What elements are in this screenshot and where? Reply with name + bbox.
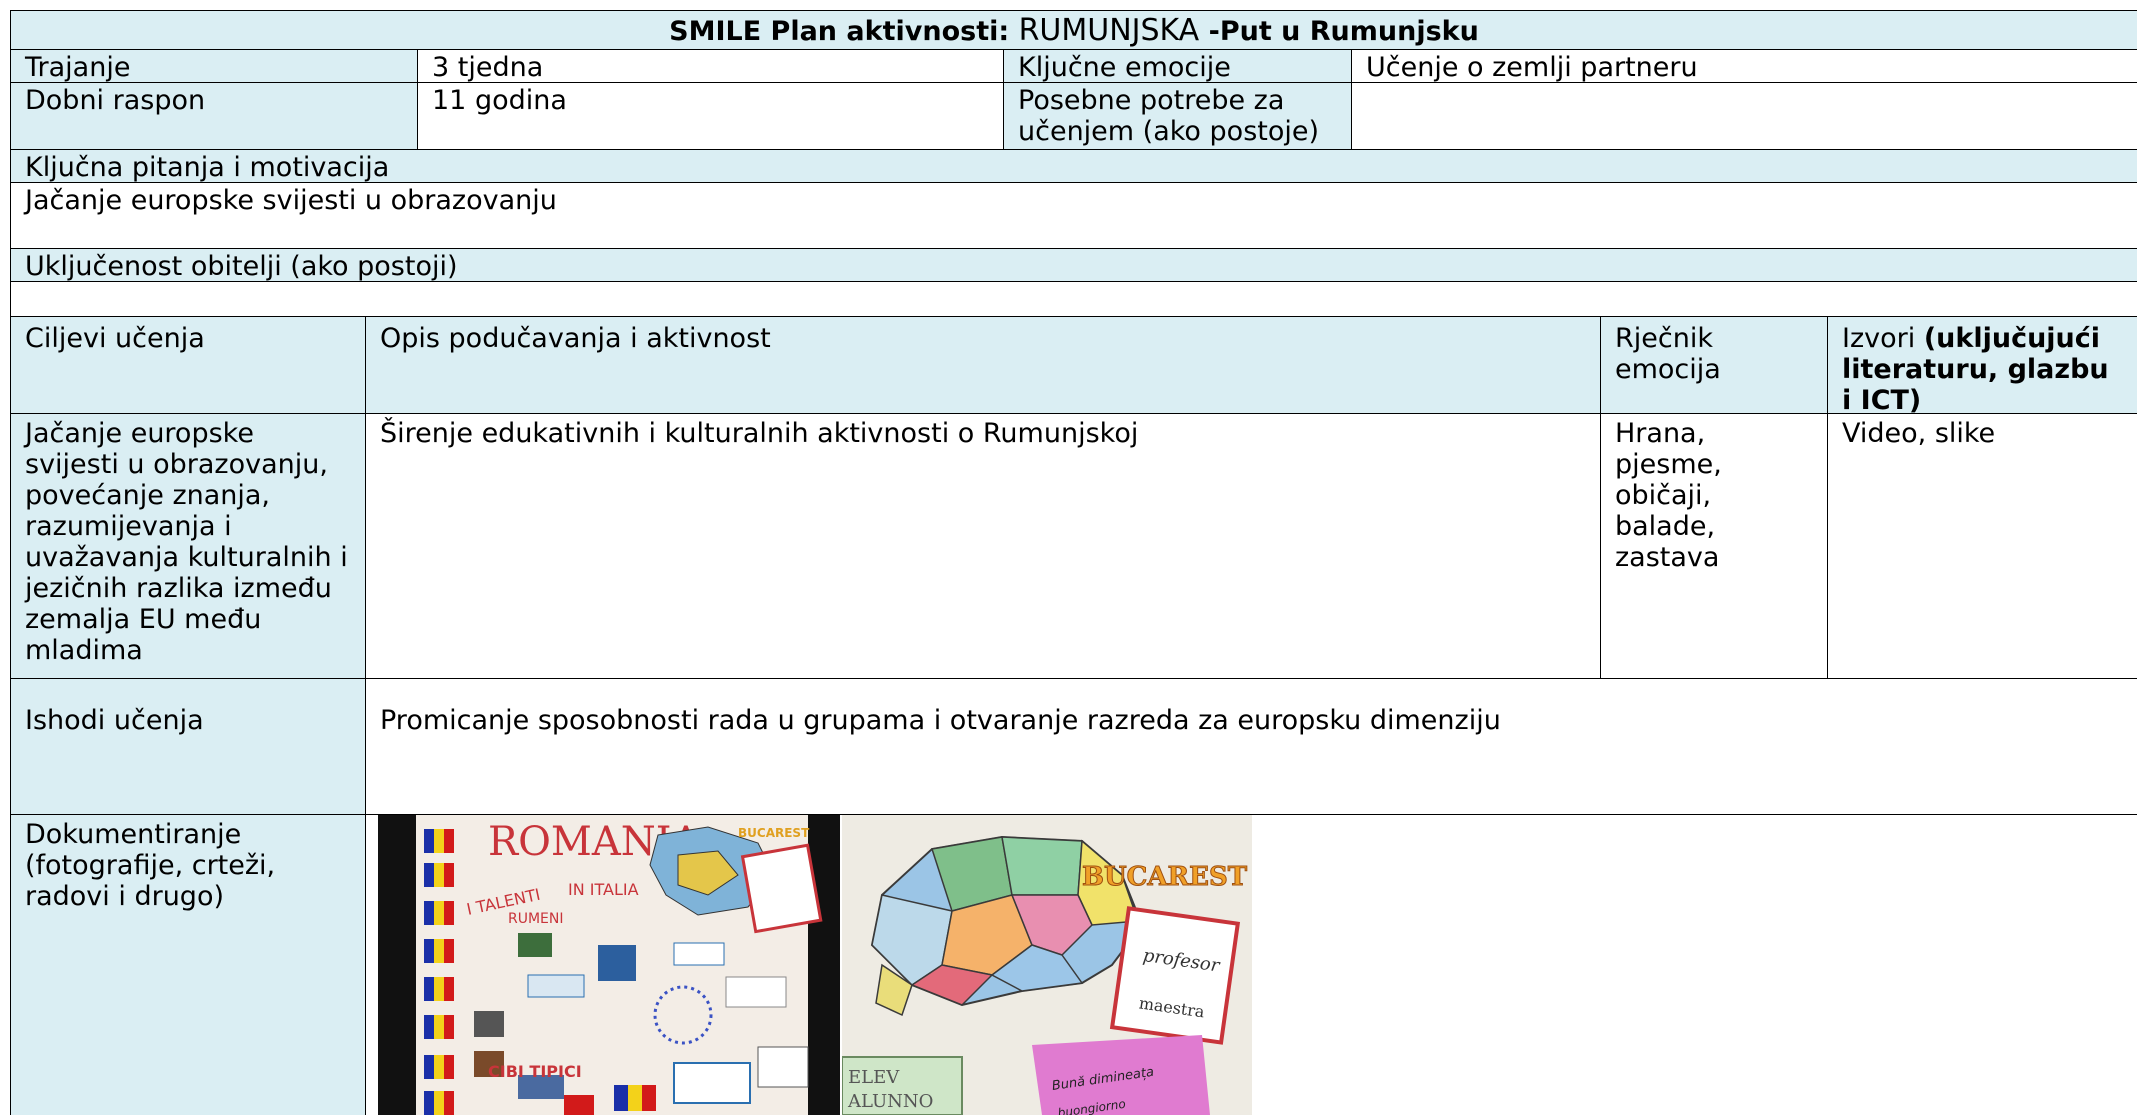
border-line: [10, 316, 2137, 317]
border-line: [10, 814, 2137, 815]
border-line: [1351, 49, 1352, 150]
map-word6-text: ALUNNO: [847, 1091, 933, 1112]
border-line: [10, 49, 2137, 50]
dobni-raspon-label: Dobni raspon: [11, 83, 417, 149]
posebne-potrebe-value: [1352, 83, 2137, 149]
poster-sub2-text: IN ITALIA: [568, 880, 639, 899]
romania-map-image: BUCAREST profesor maestra Bună dimineața…: [842, 815, 1252, 1115]
plan-title: SMILE Plan aktivnosti: RUMUNJSKA -Put u …: [11, 11, 2137, 49]
romania-poster-image: ROMANIA I TALENTI IN ITALIA RUMENI BUCAR…: [416, 815, 823, 1115]
activity-plan-document: SMILE Plan aktivnosti: RUMUNJSKA -Put u …: [0, 0, 2137, 1115]
border-line: [10, 10, 2137, 11]
kljucne-emocije-label: Ključne emocije: [1004, 50, 1351, 83]
izvori-value: Video, slike: [1828, 414, 2137, 678]
rjecnik-header: Rječnik emocija: [1601, 317, 1827, 413]
ciljevi-value: Jačanje europske svijesti u obrazovanju,…: [11, 414, 365, 678]
rjecnik-header-text: Rječnik emocija: [1615, 323, 1721, 385]
border-line: [10, 82, 2137, 83]
ishodi-value: Promicanje sposobnosti rada u grupama i …: [366, 679, 2137, 814]
title-suffix: -Put u Rumunjsku: [1208, 16, 1479, 47]
kljucna-pitanja-value: Jačanje europske svijesti u obrazovanju: [11, 183, 2137, 248]
border-line: [1827, 316, 1828, 679]
dokumentiranje-label: Dokumentiranje (fotografije, crteži, rad…: [11, 815, 365, 1115]
obitelj-label: Uključenost obitelji (ako postoji): [11, 249, 2137, 282]
title-country: RUMUNJSKA: [1018, 13, 1200, 48]
ishodi-label: Ishodi učenja: [11, 679, 365, 814]
dobni-raspon-value: 11 godina: [418, 83, 1003, 149]
kljucne-emocije-value: Učenje o zemlji partneru: [1352, 50, 2137, 83]
border-line: [417, 49, 418, 150]
trajanje-value: 3 tjedna: [418, 50, 1003, 83]
poster-tag-text: BUCAREST: [738, 826, 810, 840]
map-city-text: BUCAREST: [1082, 862, 1248, 892]
romania-poster-photo: ROMANIA I TALENTI IN ITALIA RUMENI BUCAR…: [378, 815, 840, 1115]
border-line: [10, 182, 2137, 183]
border-line: [10, 413, 2137, 414]
izvori-header-plain: Izvori: [1842, 323, 1924, 354]
kljucna-pitanja-label: Ključna pitanja i motivacija: [11, 150, 2137, 183]
border-line: [10, 149, 2137, 150]
romania-map-photo: BUCAREST profesor maestra Bună dimineața…: [842, 815, 1252, 1115]
ciljevi-header: Ciljevi učenja: [11, 317, 365, 413]
trajanje-label: Trajanje: [11, 50, 417, 83]
border-line: [1003, 49, 1004, 150]
map-word5-text: ELEV: [848, 1067, 900, 1088]
border-line: [1600, 316, 1601, 679]
border-line: [10, 678, 2137, 679]
obitelj-value: [11, 282, 2137, 316]
poster-cibi-text: CIBI TIPICI: [488, 1062, 582, 1081]
border-line: [10, 281, 2137, 282]
title-prefix: SMILE Plan aktivnosti:: [669, 16, 1010, 47]
rjecnik-value: Hrana, pjesme, običaji, balade, zastava: [1601, 414, 1827, 678]
border-line: [10, 248, 2137, 249]
posebne-potrebe-label: Posebne potrebe za učenjem (ako postoje): [1004, 83, 1351, 149]
opis-header: Opis podučavanja i aktivnost: [366, 317, 1600, 413]
opis-value: Širenje edukativnih i kulturalnih aktivn…: [366, 414, 1600, 678]
border-line: [365, 316, 366, 1115]
poster-sub3-text: RUMENI: [508, 911, 564, 927]
izvori-header: Izvori (uključujući literaturu, glazbu i…: [1828, 317, 2137, 416]
border-line: [10, 10, 11, 1115]
